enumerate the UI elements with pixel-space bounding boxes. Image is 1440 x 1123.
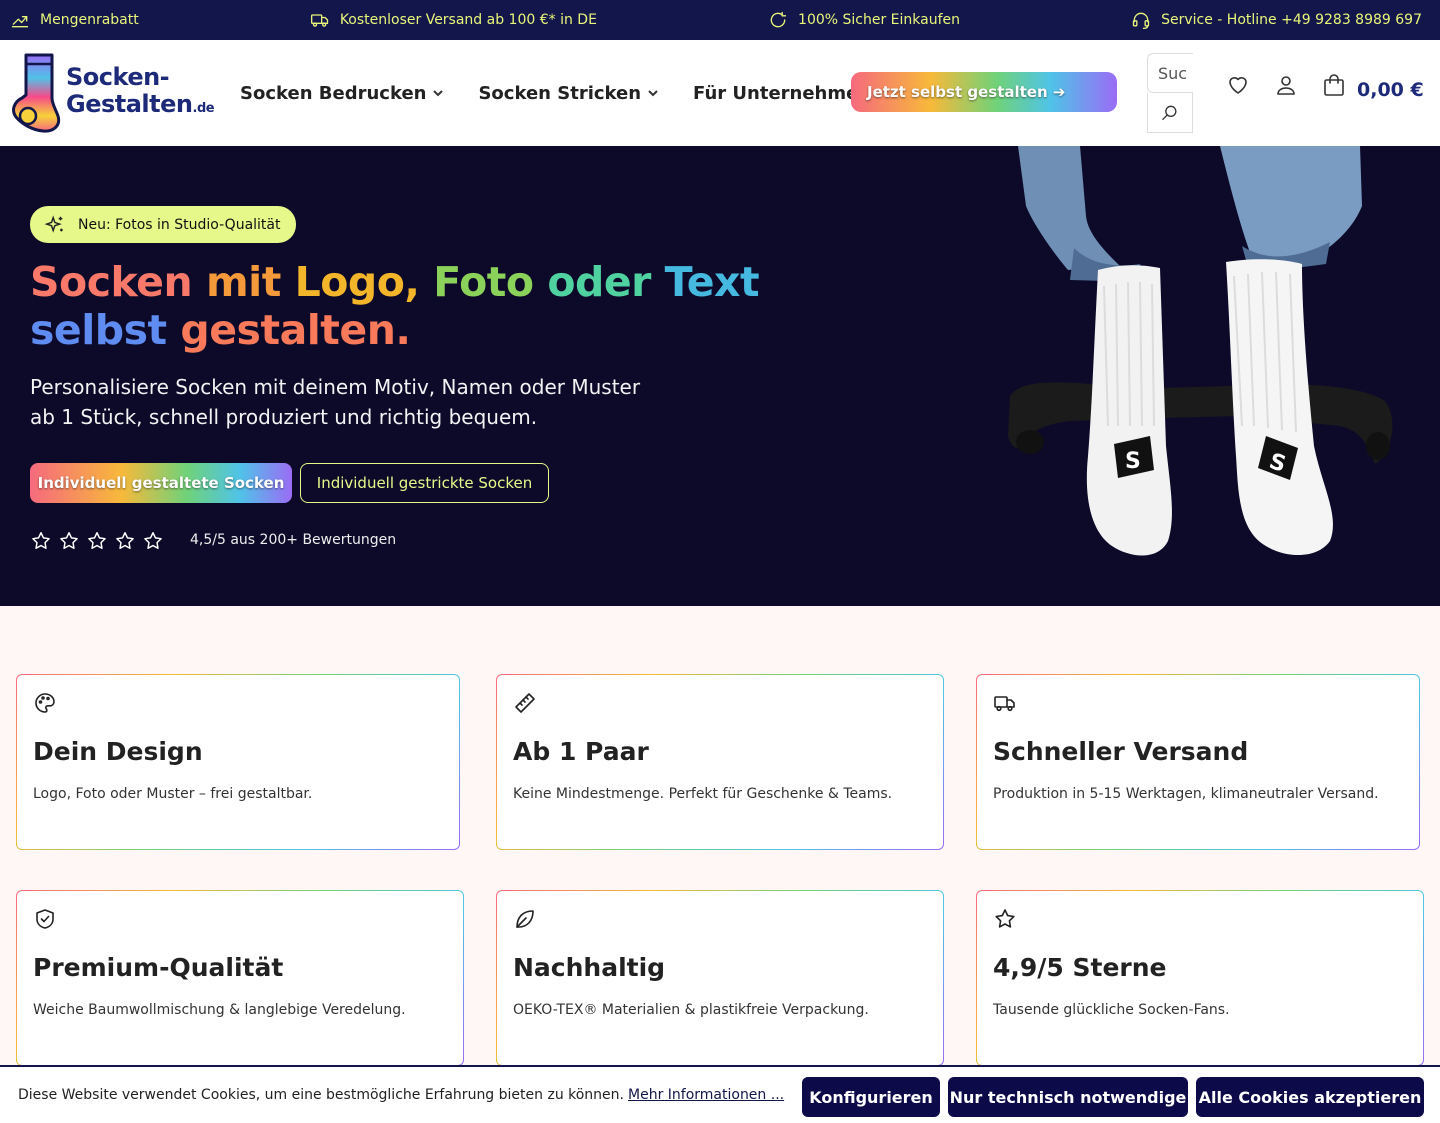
refresh-icon (770, 11, 787, 28)
feature-text: Logo, Foto oder Muster – frei gestaltbar… (33, 786, 313, 802)
cookie-accept-all-button[interactable]: Alle Cookies akzeptieren (1196, 1077, 1424, 1117)
star-icon (88, 532, 106, 549)
chevron-down-icon (648, 90, 658, 97)
custom-knitted-socks-button[interactable]: Individuell gestrickte Socken (300, 463, 549, 503)
truck-icon (994, 696, 1015, 712)
topbar-item-hotline[interactable]: Service - Hotline +49 9283 8989 697 (1131, 10, 1422, 30)
nav-socken-bedrucken[interactable]: Socken Bedrucken (240, 83, 444, 104)
nav-label: Socken Bedrucken (240, 82, 427, 104)
feature-text: Keine Mindestmenge. Perfekt für Geschenk… (513, 786, 893, 802)
search-button[interactable] (1147, 93, 1193, 133)
nav-socken-stricken[interactable]: Socken Stricken (478, 83, 659, 104)
user-icon (1277, 76, 1295, 95)
topbar-item-discount[interactable]: Mengenrabatt (10, 10, 139, 30)
sock-logo-icon (12, 53, 61, 133)
search-icon (1162, 105, 1177, 120)
palette-icon (35, 693, 55, 713)
site-logo[interactable]: Socken- Gestalten.de (10, 52, 220, 134)
headline-word: Foto (433, 258, 534, 306)
cart-total[interactable]: 0,00 € (1357, 79, 1424, 101)
cookie-more-info-link[interactable]: Mehr Informationen ... (628, 1087, 784, 1103)
custom-printed-socks-button[interactable]: Individuell gestaltete Socken (30, 463, 292, 503)
rating-stars (30, 530, 164, 552)
hero-sock-photo: S S (1008, 146, 1393, 556)
cookie-text: Diese Website verwendet Cookies, um eine… (18, 1087, 624, 1103)
feature-title: Ab 1 Paar (513, 737, 649, 766)
trending-up-icon (11, 16, 29, 28)
feature-title: Nachhaltig (513, 953, 666, 982)
logo-name: Gestalten (66, 90, 193, 118)
topbar-item-label: Kostenloser Versand ab 100 €* in DE (339, 12, 597, 28)
cookie-configure-button[interactable]: Konfigurieren (802, 1077, 940, 1117)
search-box: Suc (1147, 53, 1193, 133)
badge-label: Neu: Fotos in Studio-Qualität (78, 216, 281, 233)
search-input[interactable]: Suc (1147, 53, 1193, 93)
truck-icon (310, 14, 328, 27)
features-section: Dein Design Logo, Foto oder Muster – fre… (0, 606, 1440, 1123)
feature-card: Nachhaltig OEKO-TEX® Materialien & plast… (496, 890, 944, 1066)
headset-icon (1132, 12, 1150, 30)
topbar-item-shipping[interactable]: Kostenloser Versand ab 100 €* in DE (310, 10, 597, 30)
svg-text:S: S (1125, 449, 1141, 474)
headline-word: mit (205, 258, 281, 306)
logo-line1: Socken- (66, 63, 170, 91)
headline-word: gestalten. (180, 306, 411, 354)
feature-text: Weiche Baumwollmischung & langlebige Ver… (33, 1002, 406, 1018)
feature-title: 4,9/5 Sterne (993, 953, 1167, 982)
headline-word: oder (547, 258, 651, 306)
logo-wordmark: Socken- Gestalten.de (66, 63, 215, 122)
feature-card: Premium-Qualität Weiche Baumwollmischung… (16, 890, 464, 1066)
headline-word: Logo, (294, 258, 420, 306)
logo-line2: Gestalten.de (66, 90, 215, 122)
top-info-bar: Mengenrabatt Kostenloser Versand ab 100 … (0, 0, 1440, 40)
ruler-icon (515, 693, 535, 713)
hero-subline: Personalisiere Socken mit deinem Motiv, … (30, 375, 641, 429)
wishlist-button[interactable] (1226, 73, 1250, 101)
feature-text: OEKO-TEX® Materialien & plastikfreie Ver… (513, 1002, 869, 1018)
feature-title: Dein Design (33, 737, 203, 766)
star-icon (144, 532, 162, 549)
nav-label: Socken Stricken (478, 82, 642, 104)
star-icon (995, 909, 1015, 928)
star-icon (116, 532, 134, 549)
account-button[interactable] (1274, 73, 1298, 101)
main-nav: Socken Bedrucken Socken Stricken Für Unt… (240, 83, 889, 104)
nav-label: Für Unternehmen (693, 82, 872, 104)
heart-icon (1229, 77, 1247, 94)
shield-check-icon (36, 909, 54, 929)
star-icon (60, 532, 78, 549)
headline-word: selbst (30, 306, 167, 354)
feature-title: Schneller Versand (993, 737, 1249, 766)
feature-card: 4,9/5 Sterne Tausende glückliche Socken-… (976, 890, 1424, 1066)
feature-card: Dein Design Logo, Foto oder Muster – fre… (16, 674, 460, 850)
feature-card: Schneller Versand Produktion in 5-15 Wer… (976, 674, 1420, 850)
cookie-banner: Diese Website verwendet Cookies, um eine… (0, 1065, 1440, 1123)
topbar-item-label: Service - Hotline +49 9283 8989 697 (1161, 12, 1422, 28)
sparkles-icon (44, 214, 63, 233)
logo-tld: .de (192, 101, 215, 116)
leaf-icon (516, 910, 534, 928)
chevron-down-icon (433, 90, 444, 97)
hero-headline: Socken mit Logo, Foto oder Text selbst g… (30, 258, 830, 354)
headline-word: Text (664, 258, 760, 306)
site-header: Socken- Gestalten.de Socken Bedrucken So… (0, 40, 1440, 146)
topbar-item-label: Mengenrabatt (40, 12, 139, 28)
shopping-bag-icon (1324, 74, 1344, 96)
headline-word: Socken (30, 258, 193, 306)
hero-section: Neu: Fotos in Studio-Qualität Socken mit… (0, 146, 1440, 606)
star-icon (32, 532, 50, 549)
rating-text: 4,5/5 aus 200+ Bewertungen (190, 532, 397, 548)
topbar-item-secure[interactable]: 100% Sicher Einkaufen (768, 10, 960, 30)
cookie-necessary-only-button[interactable]: Nur technisch notwendige (948, 1077, 1188, 1117)
feature-title: Premium-Qualität (33, 953, 284, 982)
feature-text: Produktion in 5-15 Werktagen, klimaneutr… (993, 786, 1379, 802)
design-now-button[interactable]: Jetzt selbst gestalten ➔ (851, 72, 1117, 112)
cart-button[interactable] (1322, 73, 1346, 101)
topbar-item-label: 100% Sicher Einkaufen (798, 12, 961, 28)
new-feature-badge: Neu: Fotos in Studio-Qualität (30, 206, 297, 243)
feature-text: Tausende glückliche Socken-Fans. (993, 1002, 1230, 1018)
feature-card: Ab 1 Paar Keine Mindestmenge. Perfekt fü… (496, 674, 944, 850)
